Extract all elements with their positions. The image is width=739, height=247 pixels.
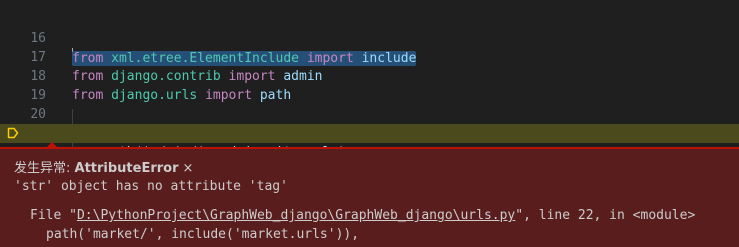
code-line[interactable]: 20 urlpatterns = [ xyxy=(0,86,739,141)
current-execution-line[interactable]: 22 path('market/', include('market.urls'… xyxy=(0,124,739,198)
exception-widget: 发生异常: AttributeError × 'str' object has n… xyxy=(0,142,739,247)
code-line[interactable]: 16 from xml.etree.ElementInclude import … xyxy=(0,10,739,66)
code-line[interactable]: 18 from django.urls import path xyxy=(0,48,739,103)
code-line[interactable]: 17 from django.contrib import admin xyxy=(0,29,739,84)
traceback-prefix: File " xyxy=(30,208,77,223)
code-area[interactable]: 16 from xml.etree.ElementInclude import … xyxy=(0,0,739,198)
code-editor[interactable]: 16 from xml.etree.ElementInclude import … xyxy=(0,0,739,247)
debug-pointer-icon[interactable] xyxy=(7,127,19,139)
traceback-file-link[interactable]: D:\PythonProject\GraphWeb_django\GraphWe… xyxy=(77,208,515,223)
code-line[interactable]: 21 path('admin/', admin.site.urls), xyxy=(0,105,739,160)
traceback-file-line: File "D:\PythonProject\GraphWeb_django\G… xyxy=(30,208,695,223)
traceback-suffix: ", line 22, in <module> xyxy=(515,208,696,223)
exception-pointer xyxy=(46,142,58,148)
code-line[interactable]: 19 xyxy=(0,67,739,103)
exception-message: 'str' object has no attribute 'tag' xyxy=(14,179,288,194)
exception-prefix: 发生异常: xyxy=(14,161,75,176)
traceback-code-line: path('market/', include('market.urls')), xyxy=(46,227,360,242)
close-icon[interactable]: × xyxy=(183,161,194,176)
exception-type: AttributeError xyxy=(74,161,179,176)
exception-title: 发生异常: AttributeError × xyxy=(14,157,193,176)
